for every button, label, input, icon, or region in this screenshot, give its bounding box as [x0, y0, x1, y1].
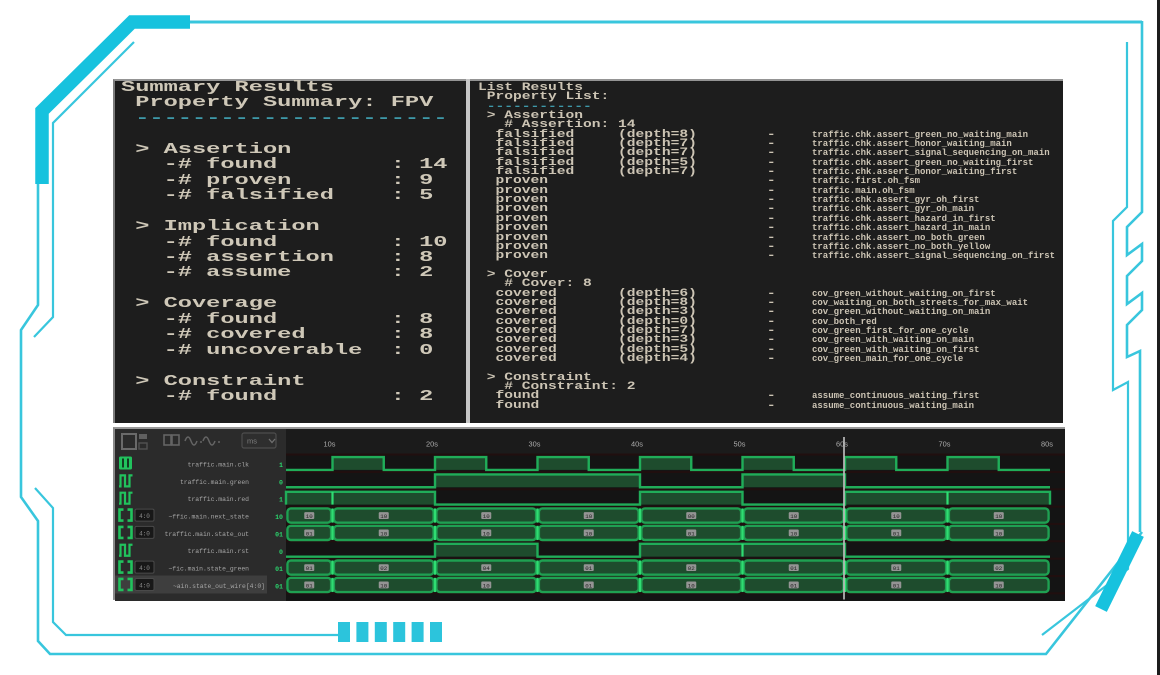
- svg-text:10: 10: [380, 582, 387, 589]
- svg-text:30s: 30s: [529, 440, 541, 449]
- svg-text:02: 02: [688, 565, 695, 572]
- svg-text:~ain.state_out_wire[4:0]: ~ain.state_out_wire[4:0]: [173, 583, 265, 590]
- svg-text:02: 02: [380, 565, 387, 572]
- svg-text:01: 01: [275, 531, 283, 538]
- svg-text:1: 1: [279, 497, 283, 504]
- svg-text:01: 01: [275, 566, 283, 573]
- svg-text:10: 10: [688, 582, 695, 589]
- svg-text:10: 10: [380, 513, 387, 520]
- svg-text:04: 04: [483, 565, 490, 572]
- svg-text:01: 01: [790, 582, 797, 589]
- svg-text:10: 10: [275, 514, 283, 521]
- svg-text:10: 10: [380, 530, 387, 537]
- svg-text:50s: 50s: [734, 440, 746, 449]
- svg-text:4:0: 4:0: [139, 565, 150, 572]
- svg-text:40s: 40s: [631, 440, 643, 449]
- svg-text:20s: 20s: [426, 440, 438, 449]
- svg-text:~fic.main.state_green: ~fic.main.state_green: [168, 566, 249, 573]
- svg-text:10: 10: [483, 582, 490, 589]
- svg-text:10: 10: [483, 513, 490, 520]
- svg-text:01: 01: [688, 530, 695, 537]
- svg-text:traffic.main.red: traffic.main.red: [188, 496, 250, 503]
- svg-text:10: 10: [585, 513, 592, 520]
- svg-text:01: 01: [790, 565, 797, 572]
- svg-text:0: 0: [279, 479, 283, 486]
- svg-text:4:0: 4:0: [139, 583, 150, 590]
- svg-text:10: 10: [483, 530, 490, 537]
- svg-text:10: 10: [585, 530, 592, 537]
- svg-text:10s: 10s: [324, 440, 336, 449]
- svg-text:traffic.main.state_out: traffic.main.state_out: [165, 531, 250, 538]
- svg-text:01: 01: [893, 565, 900, 572]
- svg-text:10: 10: [995, 513, 1002, 520]
- svg-text:~ffic.main.next_state: ~ffic.main.next_state: [168, 514, 249, 521]
- svg-text:01: 01: [306, 565, 313, 572]
- svg-text:10: 10: [893, 513, 900, 520]
- svg-text:00: 00: [688, 513, 695, 520]
- svg-text:60s: 60s: [836, 440, 848, 449]
- svg-text:70s: 70s: [939, 440, 951, 449]
- svg-text:01: 01: [306, 582, 313, 589]
- svg-text:10: 10: [306, 513, 313, 520]
- svg-text:10: 10: [995, 530, 1002, 537]
- svg-text:02: 02: [995, 565, 1002, 572]
- svg-text:01: 01: [306, 530, 313, 537]
- svg-text:01: 01: [275, 584, 283, 591]
- svg-text:10: 10: [995, 582, 1002, 589]
- svg-text:01: 01: [893, 530, 900, 537]
- svg-text:4:0: 4:0: [139, 530, 150, 537]
- svg-text:01: 01: [585, 565, 592, 572]
- svg-text:01: 01: [585, 582, 592, 589]
- svg-text:traffic.main.clk: traffic.main.clk: [188, 462, 250, 469]
- svg-text:traffic.main.green: traffic.main.green: [180, 479, 249, 486]
- svg-text:10: 10: [790, 530, 797, 537]
- svg-text:traffic.main.rst: traffic.main.rst: [188, 548, 250, 555]
- svg-text:0: 0: [279, 549, 283, 556]
- svg-text:4:0: 4:0: [139, 513, 150, 520]
- svg-text:80s: 80s: [1041, 440, 1053, 449]
- svg-text:1: 1: [279, 462, 283, 469]
- svg-text:10: 10: [790, 513, 797, 520]
- svg-text:ms: ms: [247, 437, 257, 446]
- svg-text:01: 01: [893, 582, 900, 589]
